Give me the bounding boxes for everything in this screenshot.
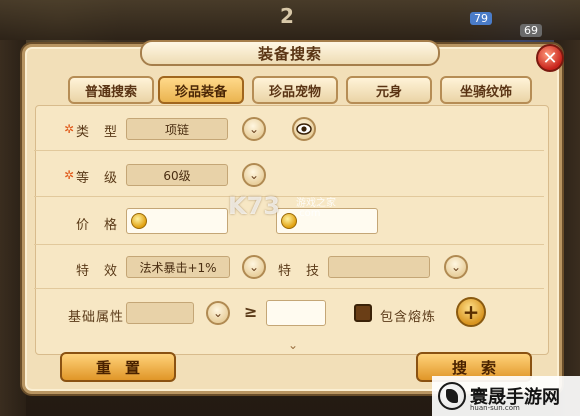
required-marker: ✲ [64, 168, 75, 182]
watermark-logo: K73 [228, 192, 280, 220]
skill-label: 特 技 [278, 264, 321, 279]
price-min-input[interactable] [126, 208, 228, 234]
effect-select[interactable]: 法术暴击+1% [126, 256, 230, 278]
expand-more-icon[interactable]: ⌄ [288, 338, 298, 352]
preview-button[interactable] [292, 117, 316, 141]
reset-button[interactable]: 重置 [60, 352, 176, 382]
chevron-down-icon: ⌄ [248, 260, 260, 274]
include-melt-label: 包含熔炼 [380, 310, 437, 325]
include-melt-checkbox[interactable] [354, 304, 372, 322]
tab-mount-ornament[interactable]: 坐骑纹饰 [440, 76, 532, 104]
tab-rare-equipment[interactable]: 珍品装备 [158, 76, 244, 104]
row-divider [34, 244, 544, 245]
level-select[interactable]: 60级 [126, 164, 228, 186]
base-attr-label: 基础属性 [68, 310, 125, 325]
add-attribute-button[interactable]: + [456, 297, 486, 327]
required-marker: ✲ [64, 122, 75, 136]
close-button[interactable]: ✕ [536, 44, 564, 72]
dialog-title: 装备搜索 [257, 44, 322, 63]
close-icon: ✕ [542, 47, 558, 69]
row-divider [34, 196, 544, 197]
eye-icon [296, 123, 312, 135]
row-divider [34, 150, 544, 151]
base-attr-dropdown-button[interactable]: ⌄ [206, 301, 230, 325]
row-divider [34, 288, 544, 289]
chevron-down-icon: ⌄ [212, 306, 224, 320]
watermark-url: .com [296, 208, 321, 219]
tab-normal-search[interactable]: 普通搜索 [68, 76, 154, 104]
effect-label: 特 效 [76, 264, 119, 279]
chevron-down-icon: ⌄ [248, 168, 260, 182]
type-label: 类 型 [76, 125, 119, 140]
chevron-down-icon: ⌄ [450, 260, 462, 274]
plus-icon: + [462, 300, 480, 324]
type-select[interactable]: 项链 [126, 118, 228, 140]
tab-rare-pet[interactable]: 珍品宠物 [252, 76, 338, 104]
dialog-title-bar: 装备搜索 [140, 40, 440, 66]
type-dropdown-button[interactable]: ⌄ [242, 117, 266, 141]
coin-icon [281, 213, 297, 229]
skill-select[interactable] [328, 256, 430, 278]
price-label: 价 格 [76, 218, 119, 233]
skill-dropdown-button[interactable]: ⌄ [444, 255, 468, 279]
hud-level-badge-2: 69 [520, 24, 542, 37]
hud-counter: 2 [280, 4, 294, 28]
base-attr-select[interactable] [126, 302, 194, 324]
coin-icon [131, 213, 147, 229]
brand-logo-icon [438, 382, 466, 410]
effect-dropdown-button[interactable]: ⌄ [242, 255, 266, 279]
level-dropdown-button[interactable]: ⌄ [242, 163, 266, 187]
watermark-site-name: 游戏之家 [296, 198, 336, 209]
hud-level-badge: 79 [470, 12, 492, 25]
price-max-input[interactable] [276, 208, 378, 234]
tab-yuanshen[interactable]: 元身 [346, 76, 432, 104]
brand-url: huan-sun.com [470, 404, 520, 412]
geq-symbol: ≥ [244, 302, 258, 321]
chevron-down-icon: ⌄ [248, 122, 260, 136]
base-attr-min-input[interactable] [266, 300, 326, 326]
level-label: 等 级 [76, 171, 119, 186]
